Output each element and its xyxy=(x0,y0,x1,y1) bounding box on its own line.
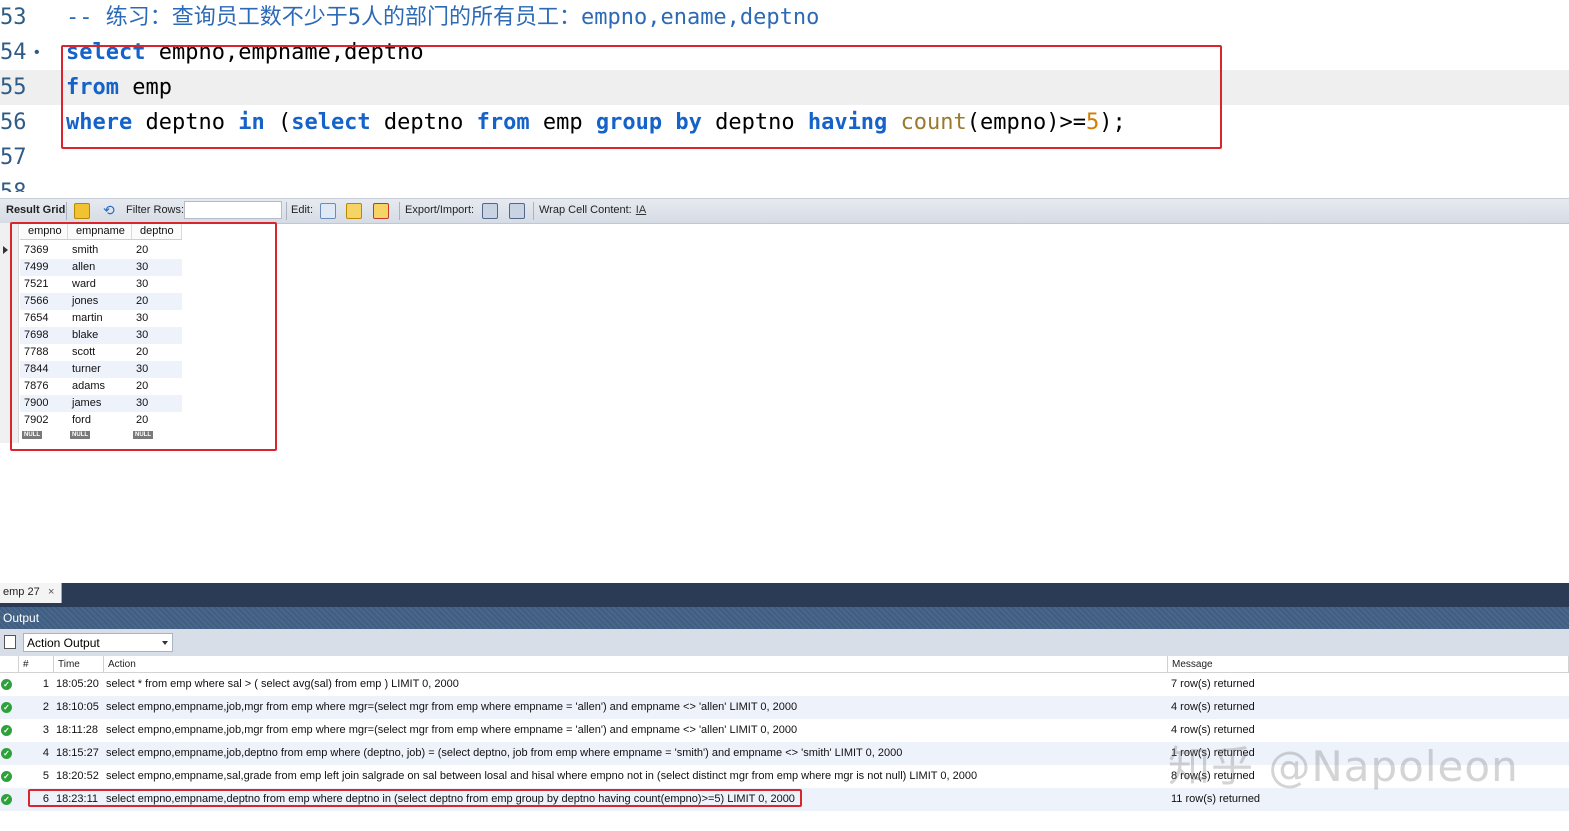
output-cell-n: 4 xyxy=(42,747,49,759)
output-cell-n: 3 xyxy=(42,724,49,736)
column-header-action[interactable]: Action xyxy=(104,656,1168,673)
chevron-down-icon xyxy=(162,641,168,645)
output-cell-n: 2 xyxy=(42,701,49,713)
success-check-icon: ✓ xyxy=(1,679,12,690)
edit-label: Edit: xyxy=(291,204,314,216)
fold-marker-icon[interactable]: • xyxy=(34,35,40,70)
wrap-cell-content-label: Wrap Cell Content: xyxy=(539,204,632,216)
output-cell-time: 18:10:05 xyxy=(56,701,99,713)
code-line-58[interactable]: 58 xyxy=(0,175,1569,192)
copy-icon[interactable] xyxy=(1,632,16,649)
output-cell-time: 18:15:27 xyxy=(56,747,99,759)
line-number: 53 xyxy=(0,5,27,30)
output-row[interactable]: ✓ 5 18:20:52 select empno,empname,sal,grade… xyxy=(0,765,1569,788)
tab-emp-27[interactable]: emp 27 × xyxy=(0,583,62,603)
grid-view-icon[interactable] xyxy=(74,203,90,219)
output-type-select[interactable]: Action Output xyxy=(23,633,173,652)
output-panel-header: Output xyxy=(0,607,1569,629)
sql-editor[interactable]: 53 -- 练习：查询员工数不少于5人的部门的所有员工：empno,ename,… xyxy=(0,0,1569,192)
output-cell-message: 11 row(s) returned xyxy=(1171,793,1261,805)
success-check-icon: ✓ xyxy=(1,725,12,736)
output-cell-action: select * from emp where sal > ( select a… xyxy=(106,678,459,690)
filter-rows-input[interactable] xyxy=(184,201,282,219)
result-grid-tab[interactable]: Result Grid xyxy=(6,204,65,216)
close-icon[interactable]: × xyxy=(48,583,54,601)
import-icon[interactable] xyxy=(509,203,525,219)
output-cell-message: 4 row(s) returned xyxy=(1171,701,1255,713)
output-cell-time: 18:20:52 xyxy=(56,770,99,782)
query-highlight-box xyxy=(61,45,1222,149)
output-cell-message: 8 row(s) returned xyxy=(1171,770,1255,782)
output-cell-action: select empno,empname,job,mgr from emp wh… xyxy=(106,701,798,713)
line-number: 56 xyxy=(0,110,27,135)
output-cell-time: 18:11:28 xyxy=(56,724,99,736)
success-check-icon: ✓ xyxy=(1,748,12,759)
line-number: 57 xyxy=(0,145,27,170)
output-cell-message: 7 row(s) returned xyxy=(1171,678,1255,690)
sql-comment: -- 练习：查询员工数不少于5人的部门的所有员工：empno,ename,dep… xyxy=(66,5,820,30)
output-row[interactable]: ✓ 3 18:11:28 select empno,empname,job,mgr f… xyxy=(0,719,1569,742)
column-header-message[interactable]: Message xyxy=(1168,656,1569,673)
filter-rows-label: Filter Rows: xyxy=(126,204,185,216)
output-row[interactable]: ✓ 2 18:10:05 select empno,empname,job,mgr f… xyxy=(0,696,1569,719)
output-cell-n: 1 xyxy=(42,678,49,690)
line-number: 55 xyxy=(0,75,27,100)
tab-label: emp 27 xyxy=(3,586,40,598)
output-cell-time: 18:05:20 xyxy=(56,678,99,690)
wrap-cell-icon[interactable]: IA xyxy=(634,203,648,217)
add-row-icon[interactable] xyxy=(346,203,362,219)
last-query-highlight-box xyxy=(28,789,802,807)
result-highlight-box xyxy=(10,222,277,451)
line-number: 58 xyxy=(0,175,34,192)
refresh-icon[interactable]: ⟲ xyxy=(103,203,117,217)
delete-row-icon[interactable] xyxy=(373,203,389,219)
output-cell-action: select empno,empname,job,mgr from emp wh… xyxy=(106,724,798,736)
toolbar-separator xyxy=(286,202,287,220)
export-import-label: Export/Import: xyxy=(405,204,475,216)
success-check-icon: ✓ xyxy=(1,794,12,805)
output-cell-message: 1 row(s) returned xyxy=(1171,747,1255,759)
result-grid[interactable]: empno empname deptno 7369 smith 20 7499 alle… xyxy=(0,222,290,463)
bottom-tab-bar xyxy=(0,583,1569,607)
output-cell-message: 4 row(s) returned xyxy=(1171,724,1255,736)
edit-row-icon[interactable] xyxy=(320,203,336,219)
success-check-icon: ✓ xyxy=(1,771,12,782)
status-column-header xyxy=(0,656,19,673)
output-row[interactable]: ✓ 4 18:15:27 select empno,empname,job,deptn… xyxy=(0,742,1569,765)
result-grid-toolbar: Result Grid ⟲ Filter Rows: Edit: Export/… xyxy=(0,198,1569,224)
output-type-value: Action Output xyxy=(27,636,100,650)
output-cell-action: select empno,empname,job,deptno from emp… xyxy=(106,747,903,759)
current-row-arrow-icon xyxy=(3,246,8,254)
toolbar-separator xyxy=(66,202,67,220)
column-header-time[interactable]: Time xyxy=(54,656,104,673)
success-check-icon: ✓ xyxy=(1,702,12,713)
toolbar-separator xyxy=(533,202,534,220)
code-line-53[interactable]: 53 -- 练习：查询员工数不少于5人的部门的所有员工：empno,ename,… xyxy=(0,0,1569,35)
column-header-number[interactable]: # xyxy=(19,656,54,673)
export-icon[interactable] xyxy=(482,203,498,219)
line-number: 54 xyxy=(0,40,27,65)
output-row[interactable]: ✓ 1 18:05:20 select * from emp where sal > … xyxy=(0,673,1569,696)
output-cell-n: 5 xyxy=(42,770,49,782)
output-cell-action: select empno,empname,sal,grade from emp … xyxy=(106,770,978,782)
toolbar-separator xyxy=(399,202,400,220)
output-toolbar: Action Output xyxy=(0,629,1569,657)
